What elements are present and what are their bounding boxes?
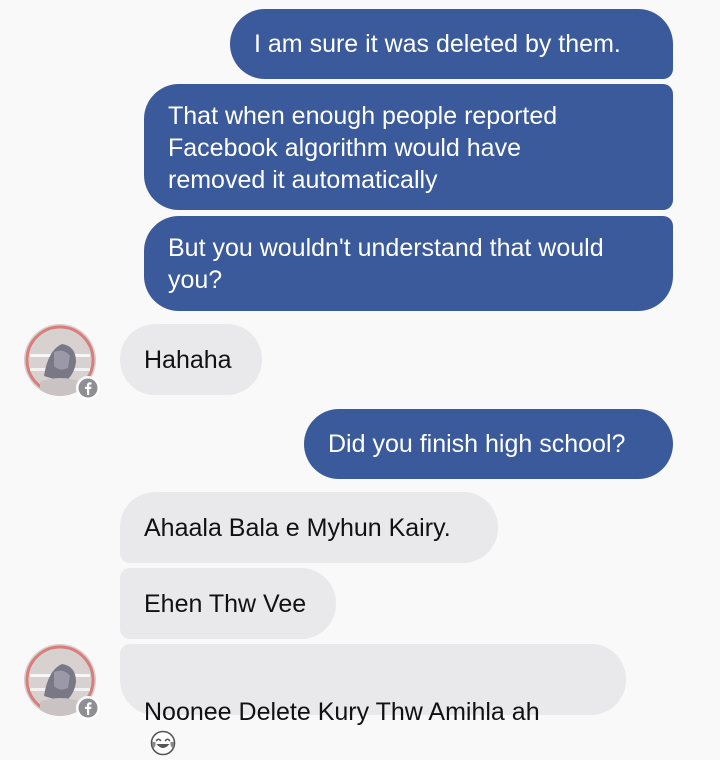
message-bubble-incoming[interactable]: Ahaala Bala e Myhun Kairy. — [120, 492, 498, 563]
sender-avatar[interactable] — [24, 324, 100, 400]
message-bubble-outgoing[interactable]: That when enough people reported Faceboo… — [144, 84, 673, 210]
message-bubble-incoming[interactable]: Noonee Delete Kury Thw Amihla ah — [120, 644, 626, 756]
message-bubble-outgoing[interactable]: I am sure it was deleted by them. — [230, 9, 673, 79]
message-bubble-outgoing[interactable]: But you wouldn't understand that would y… — [144, 216, 673, 311]
message-bubble-outgoing[interactable]: Did you finish high school? — [304, 409, 673, 479]
sender-avatar[interactable] — [24, 644, 100, 720]
facebook-icon — [76, 696, 100, 720]
message-bubble-incoming[interactable]: Hahaha — [120, 324, 262, 395]
message-text: Noonee Delete Kury Thw Amihla ah — [144, 698, 540, 726]
facebook-icon — [76, 376, 100, 400]
message-bubble-incoming[interactable]: Ehen Thw Vee — [120, 568, 336, 639]
face-with-tears-of-joy-icon — [150, 730, 176, 756]
